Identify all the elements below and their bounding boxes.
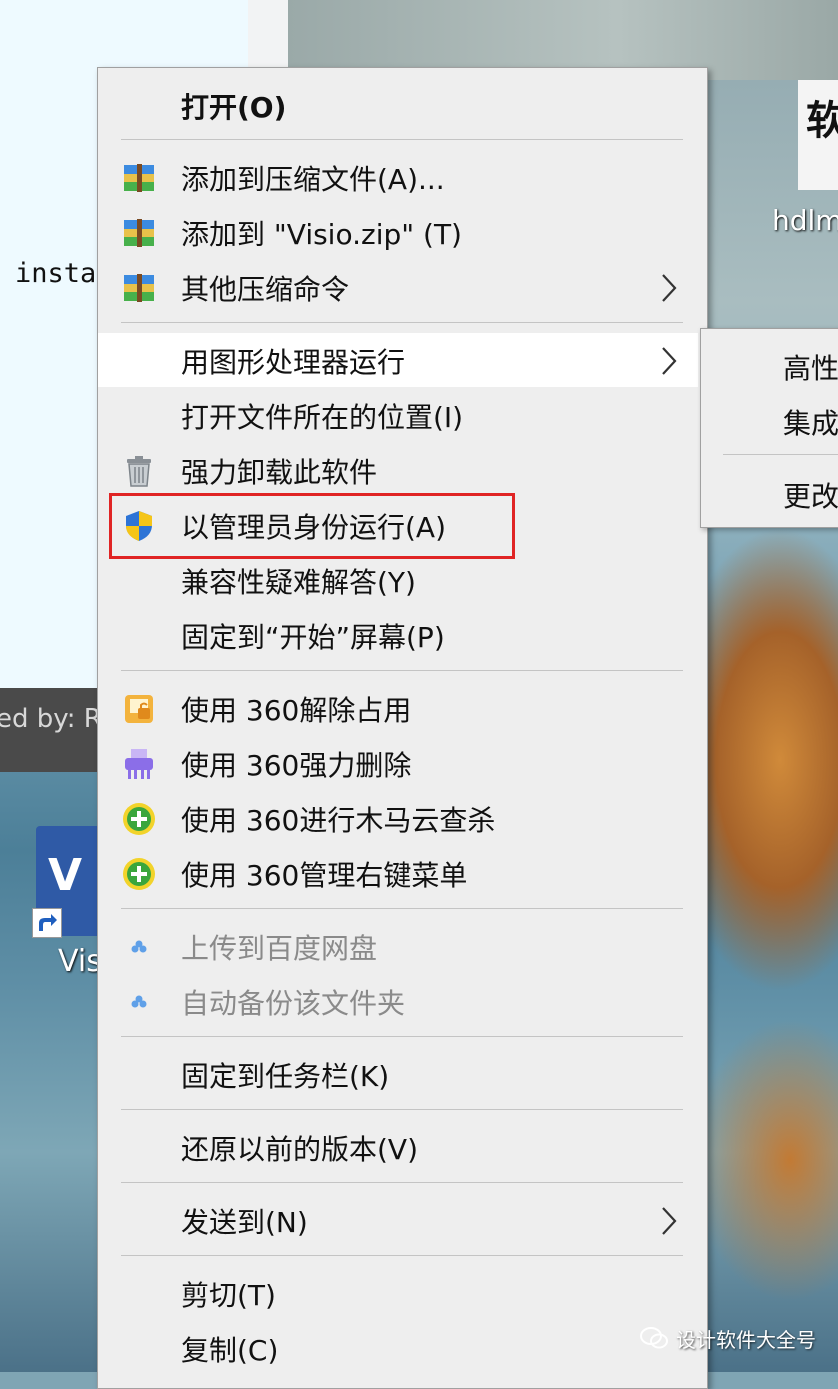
- menu-item-send-to[interactable]: 发送到(N): [98, 1193, 707, 1247]
- menu-item-upload-baidu[interactable]: 上传到百度网盘: [98, 919, 707, 973]
- winrar-icon: [122, 161, 156, 195]
- app-desktop-label[interactable]: hdlm: [772, 204, 838, 237]
- menu-item-label: 使用 360进行木马云查杀: [181, 804, 496, 837]
- menu-item-label: 使用 360解除占用: [181, 694, 412, 727]
- menu-item-label: 固定到“开始”屏幕(P): [181, 621, 445, 654]
- baidu-cloud-icon: [122, 985, 156, 1019]
- menu-item-label: 复制(C): [181, 1334, 279, 1367]
- menu-item-label: 其他压缩命令: [181, 273, 350, 306]
- menu-item-other-compress[interactable]: 其他压缩命令: [98, 260, 707, 314]
- status-bar: ed by: R: [0, 688, 100, 772]
- chevron-right-icon: [658, 1205, 680, 1237]
- menu-item-open-file-location[interactable]: 打开文件所在的位置(I): [98, 388, 707, 442]
- winrar-icon: [122, 271, 156, 305]
- baidu-cloud-icon: [122, 930, 156, 964]
- menu-item-label: 剪切(T): [181, 1279, 276, 1312]
- visio-shortcut-label[interactable]: Vis: [58, 944, 102, 979]
- menu-item-force-uninstall[interactable]: 强力卸载此软件: [98, 443, 707, 497]
- menu-separator: [121, 1255, 683, 1256]
- console-text: insta: [15, 258, 97, 289]
- wechat-icon: [640, 1327, 668, 1349]
- menu-item-label: 还原以前的版本(V): [181, 1133, 419, 1166]
- menu-item-copy[interactable]: 复制(C): [98, 1321, 707, 1375]
- submenu-item-high-performance[interactable]: 高性: [783, 347, 838, 387]
- menu-separator: [723, 454, 838, 455]
- menu-item-label: 使用 360强力删除: [181, 749, 412, 782]
- menu-separator: [121, 139, 683, 140]
- menu-item-label: 用图形处理器运行: [181, 346, 406, 379]
- menu-item-add-to-zip[interactable]: 添加到 "Visio.zip" (T): [98, 205, 707, 259]
- submenu-item-integrated[interactable]: 集成: [783, 402, 838, 442]
- menu-item-360-manage-menu[interactable]: 使用 360管理右键菜单: [98, 846, 707, 900]
- menu-item-label: 使用 360管理右键菜单: [181, 859, 468, 892]
- watermark-text: 设计软件大全号: [676, 1327, 816, 1352]
- status-text: ed by: R: [0, 704, 100, 734]
- menu-item-troubleshoot-compat[interactable]: 兼容性疑难解答(Y): [98, 553, 707, 607]
- menu-item-360-trojan-scan[interactable]: 使用 360进行木马云查杀: [98, 791, 707, 845]
- menu-item-label: 兼容性疑难解答(Y): [181, 566, 416, 599]
- menu-item-pin-to-start[interactable]: 固定到“开始”屏幕(P): [98, 608, 707, 662]
- menu-item-pin-to-taskbar[interactable]: 固定到任务栏(K): [98, 1047, 707, 1101]
- shortcut-arrow-icon: [32, 908, 62, 938]
- menu-item-360-force-delete[interactable]: 使用 360强力删除: [98, 736, 707, 790]
- menu-separator: [121, 1109, 683, 1110]
- menu-separator: [121, 908, 683, 909]
- 360-unlock-icon: [122, 692, 156, 726]
- menu-item-360-unlock[interactable]: 使用 360解除占用: [98, 681, 707, 735]
- visio-letter: V: [48, 850, 83, 901]
- app-glyph: 软: [806, 97, 838, 144]
- menu-item-cut[interactable]: 剪切(T): [98, 1266, 707, 1320]
- 360-guard-icon: [122, 802, 156, 836]
- gpu-submenu: 高性 集成 更改: [700, 328, 838, 528]
- app-desktop-icon[interactable]: 软: [798, 80, 838, 190]
- wechat-watermark: 设计软件大全号: [640, 1318, 816, 1358]
- menu-separator: [121, 322, 683, 323]
- menu-separator: [121, 1182, 683, 1183]
- menu-item-label: 强力卸载此软件: [181, 456, 378, 489]
- menu-item-label: 添加到 "Visio.zip" (T): [181, 218, 462, 251]
- menu-item-label: 发送到(N): [181, 1206, 308, 1239]
- menu-item-label: 打开文件所在的位置(I): [181, 401, 464, 434]
- menu-item-open[interactable]: 打开(O): [98, 78, 707, 132]
- menu-item-auto-backup[interactable]: 自动备份该文件夹: [98, 974, 707, 1028]
- menu-item-label: 上传到百度网盘: [181, 932, 378, 965]
- context-menu: 打开(O) 添加到压缩文件(A)... 添加到 "Visio.zip" (T) …: [97, 67, 708, 1389]
- 360-guard-icon: [122, 857, 156, 891]
- menu-item-restore-versions[interactable]: 还原以前的版本(V): [98, 1120, 707, 1174]
- trash-can-icon: [122, 454, 156, 488]
- menu-separator: [121, 1036, 683, 1037]
- submenu-item-change[interactable]: 更改: [783, 475, 838, 515]
- menu-item-run-with-gpu[interactable]: 用图形处理器运行: [98, 333, 698, 387]
- chevron-right-icon: [658, 345, 680, 377]
- chevron-right-icon: [658, 272, 680, 304]
- winrar-icon: [122, 216, 156, 250]
- menu-separator: [121, 670, 683, 671]
- shredder-icon: [122, 747, 156, 781]
- menu-item-label: 添加到压缩文件(A)...: [181, 163, 445, 196]
- menu-item-label: 打开(O): [181, 91, 287, 124]
- menu-item-label: 自动备份该文件夹: [181, 987, 406, 1020]
- menu-item-add-to-archive[interactable]: 添加到压缩文件(A)...: [98, 150, 707, 204]
- menu-item-label: 固定到任务栏(K): [181, 1060, 390, 1093]
- annotation-highlight-box: [109, 493, 515, 559]
